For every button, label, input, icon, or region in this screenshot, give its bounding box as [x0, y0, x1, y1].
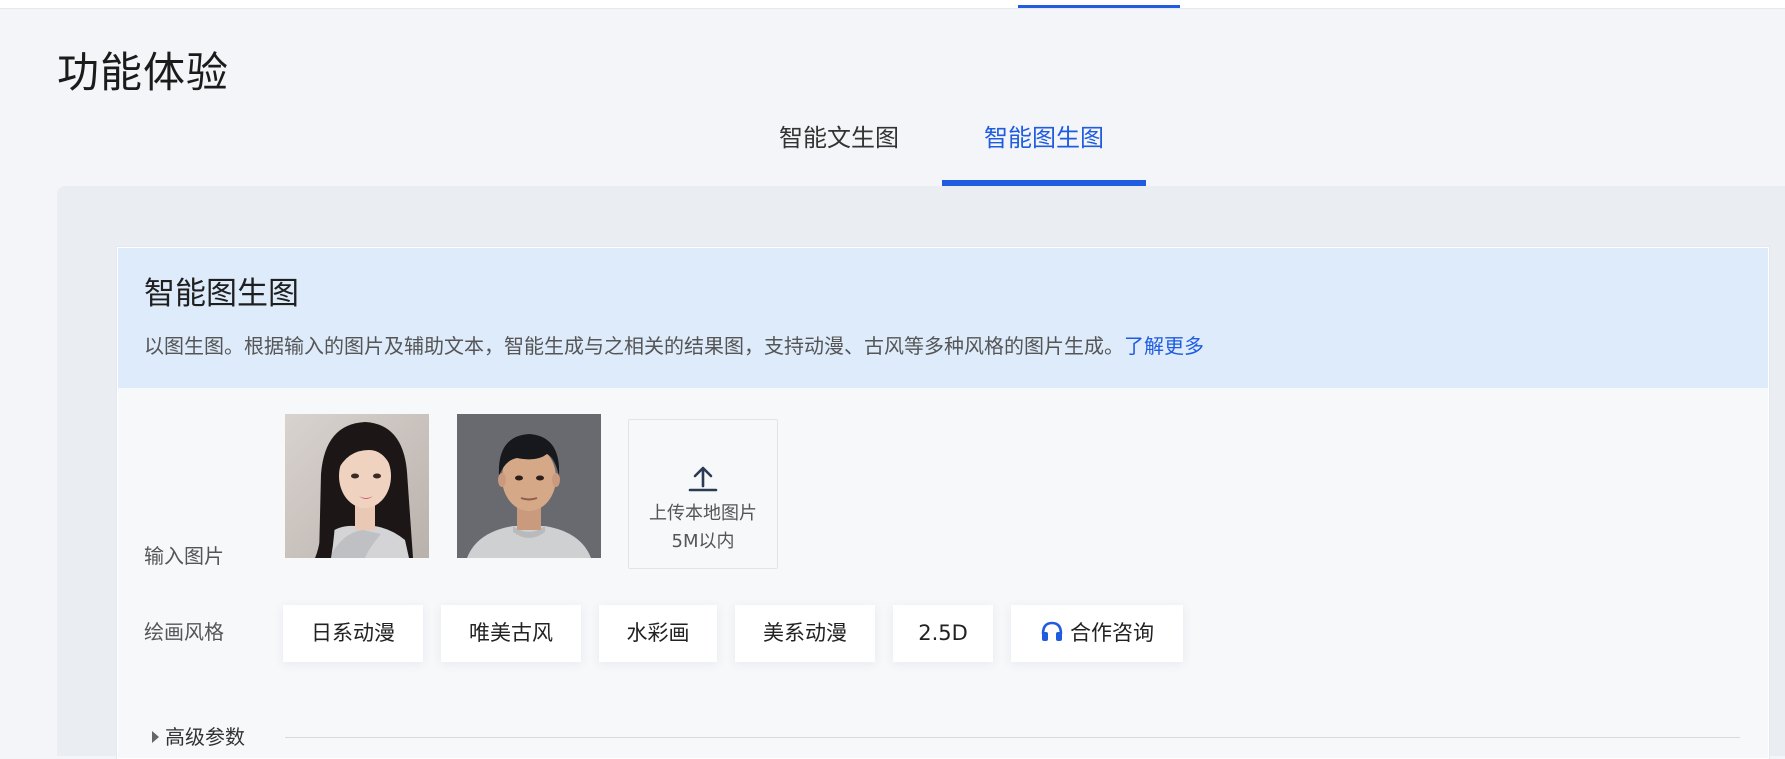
style-japanese-anime-button[interactable]: 日系动漫 — [283, 605, 423, 662]
painting-style-label: 绘画风格 — [144, 620, 224, 644]
style-ancient-chinese-button[interactable]: 唯美古风 — [441, 605, 581, 662]
style-2-5d-button[interactable]: 2.5D — [893, 605, 993, 662]
advanced-params-row: 高级参数 — [152, 722, 1752, 752]
style-american-anime-button[interactable]: 美系动漫 — [735, 605, 875, 662]
card-header: 智能图生图 以图生图。根据输入的图片及辅助文本，智能生成与之相关的结果图，支持动… — [118, 248, 1768, 388]
top-nav-strip — [0, 0, 1785, 9]
learn-more-link[interactable]: 了解更多 — [1124, 334, 1204, 358]
upload-icon — [688, 466, 718, 492]
input-images-label: 输入图片 — [144, 544, 224, 568]
style-watercolor-button[interactable]: 水彩画 — [599, 605, 717, 662]
upload-hint: 上传本地图片 5M以内 — [629, 500, 777, 556]
card-description: 以图生图。根据输入的图片及辅助文本，智能生成与之相关的结果图，支持动漫、古风等多… — [144, 332, 1204, 360]
tab-image-to-image-label: 智能图生图 — [984, 124, 1104, 152]
card-title: 智能图生图 — [144, 276, 299, 312]
image-to-image-card: 智能图生图 以图生图。根据输入的图片及辅助文本，智能生成与之相关的结果图，支持动… — [117, 247, 1769, 759]
upload-local-image-button[interactable]: 上传本地图片 5M以内 — [628, 419, 778, 569]
headset-icon — [1041, 621, 1063, 641]
portrait-girl-image — [285, 414, 429, 558]
cooperation-consult-button[interactable]: 合作咨询 — [1011, 605, 1183, 662]
card-description-text: 以图生图。根据输入的图片及辅助文本，智能生成与之相关的结果图，支持动漫、古风等多… — [144, 334, 1124, 358]
tab-text-to-image[interactable]: 智能文生图 — [766, 110, 912, 186]
upload-hint-line1: 上传本地图片 — [649, 503, 757, 524]
tab-image-to-image[interactable]: 智能图生图 — [942, 110, 1146, 186]
section-divider — [285, 737, 1740, 738]
upload-size-limit: 5M以内 — [671, 531, 735, 552]
portrait-boy-image — [457, 414, 601, 558]
top-nav-active-indicator — [1018, 5, 1180, 8]
sample-image-boy[interactable] — [457, 414, 601, 558]
feature-tabs: 智能文生图 智能图生图 — [0, 110, 1785, 186]
sample-image-girl[interactable] — [285, 414, 429, 558]
page-title: 功能体验 — [57, 48, 230, 98]
cooperation-consult-label: 合作咨询 — [1070, 621, 1154, 645]
advanced-params-toggle[interactable]: 高级参数 — [165, 722, 245, 752]
caret-right-icon[interactable] — [152, 731, 159, 743]
